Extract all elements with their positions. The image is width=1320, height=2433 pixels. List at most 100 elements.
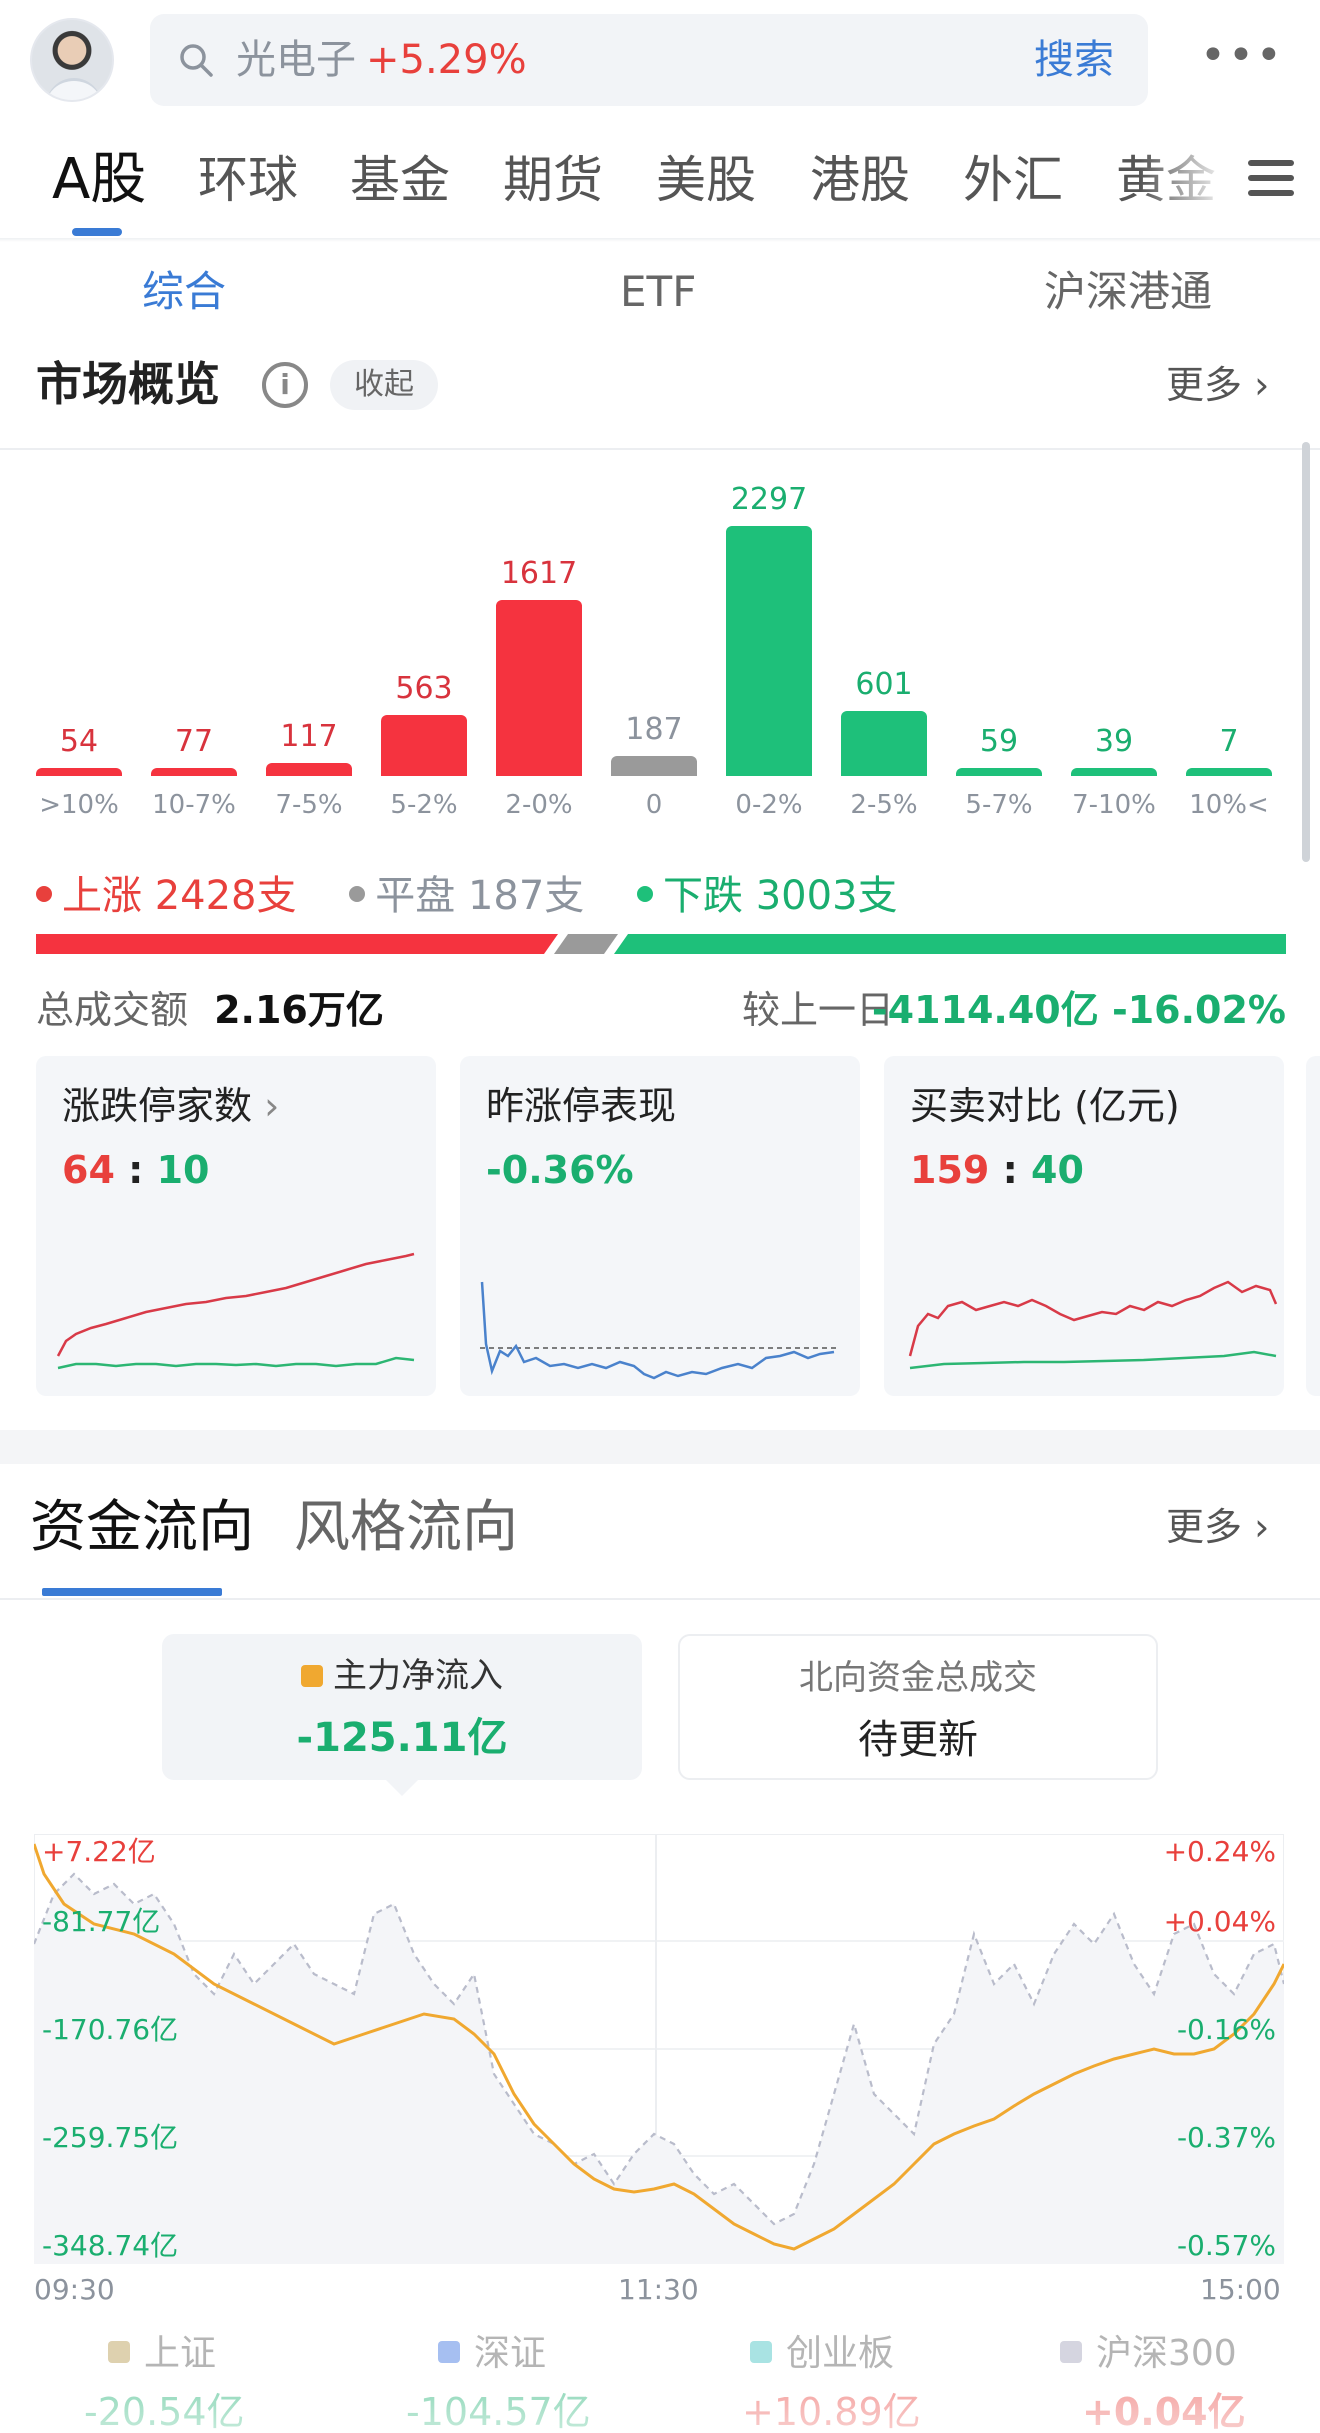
tab-futures[interactable]: 期货 <box>503 140 603 220</box>
scrollbar[interactable] <box>1302 442 1310 862</box>
ellipsis-icon[interactable]: ••• <box>1200 34 1282 86</box>
yesterday-limit-up-card[interactable]: 昨涨停表现 -0.36% <box>460 1056 860 1396</box>
x-label-mid: 11:30 <box>618 2273 699 2306</box>
limit-sparkline <box>56 1252 415 1370</box>
bar-3 <box>266 763 352 776</box>
y-right-label-4: -0.37% <box>1176 2121 1276 2154</box>
square-legend-icon <box>438 2341 460 2363</box>
northbound-value: 待更新 <box>858 1717 978 1763</box>
down-dot-icon <box>637 886 654 902</box>
tab-funds[interactable]: 基金 <box>350 140 450 220</box>
bar-5 <box>496 600 582 776</box>
flow-tabs: 资金流向 风格流向 更多 › <box>0 1488 1320 1598</box>
chevron-right-icon: › <box>1254 1505 1270 1549</box>
search-input[interactable]: 光电子 +5.29% <box>236 34 527 86</box>
square-legend-icon <box>750 2341 772 2363</box>
turnover-row: 总成交额 2.16万亿 较上一日 -4114.40亿 -16.02% <box>36 980 1286 1040</box>
bar-category-label: 7-5% <box>275 790 343 820</box>
flow-more-link[interactable]: 更多 › <box>1166 1500 1269 1554</box>
main-net-inflow-label: 主力净流入 <box>162 1654 642 1698</box>
menu-icon[interactable] <box>1248 160 1294 200</box>
tab-global[interactable]: 环球 <box>198 140 298 220</box>
square-legend-icon <box>301 1664 323 1687</box>
tab-us-stocks[interactable]: 美股 <box>656 140 756 220</box>
subtab-connect[interactable]: 沪深港通 <box>1044 262 1212 322</box>
northbound-label: 北向资金总成交 <box>799 1658 1037 1698</box>
tab-hk-stocks[interactable]: 港股 <box>810 140 910 220</box>
bar-category-label: 0-2% <box>735 790 803 820</box>
bar-4 <box>381 714 467 776</box>
turnover-value: 2.16万亿 <box>214 988 384 1032</box>
avatar[interactable] <box>30 18 114 102</box>
y-right-label-5: -0.57% <box>1176 2229 1276 2262</box>
card-value: -0.36% <box>486 1148 634 1192</box>
ratio-down-segment <box>614 934 1286 954</box>
tab-a-shares[interactable]: A股 <box>52 140 146 220</box>
flat-dot-icon <box>349 886 366 902</box>
legend-down: 下跌 3003支 <box>637 873 898 919</box>
tab-forex[interactable]: 外汇 <box>963 140 1063 220</box>
tab-capital-flow[interactable]: 资金流向 <box>30 1488 254 1568</box>
more-label: 更多 <box>1166 1505 1243 1549</box>
bar-category-label: 7-10% <box>1072 790 1156 820</box>
y-right-label-3: -0.16% <box>1176 2013 1276 2046</box>
y-left-label-3: -170.76亿 <box>42 2013 179 2046</box>
square-legend-icon <box>1060 2341 1082 2363</box>
index-shenzhen[interactable]: 深证 -104.57亿 <box>406 2330 591 2433</box>
top-bar: 光电子 +5.29% 搜索 ••• <box>0 0 1320 122</box>
x-label-end: 15:00 <box>1200 2273 1281 2306</box>
flow-chart-lines <box>34 1834 1284 2264</box>
up-down-ratio-bar <box>36 934 1286 954</box>
pointer-triangle <box>384 1778 420 1796</box>
y-right-label-2: +0.04% <box>1163 1905 1276 1938</box>
next-card-peek[interactable] <box>1306 1056 1320 1396</box>
legend-up: 上涨 2428支 <box>36 873 297 919</box>
bar-6 <box>611 755 697 776</box>
tab-style-flow[interactable]: 风格流向 <box>294 1488 518 1568</box>
bar-8 <box>841 710 927 776</box>
info-icon[interactable]: i <box>262 362 308 408</box>
card-value: 159 : 40 <box>910 1148 1084 1192</box>
index-shenzhen-value: -104.57亿 <box>406 2390 591 2433</box>
northbound-box[interactable]: 北向资金总成交 待更新 <box>678 1634 1158 1780</box>
index-chinext[interactable]: 创业板 +10.89亿 <box>742 2330 921 2433</box>
index-flow-row: 上证 -20.54亿 深证 -104.57亿 创业板 +10.89亿 沪深300… <box>0 2330 1320 2433</box>
index-shanghai[interactable]: 上证 -20.54亿 <box>84 2330 245 2433</box>
bar-value-label: 563 <box>395 670 453 706</box>
market-overview-title: 市场概览 <box>36 357 220 411</box>
collapse-button[interactable]: 收起 <box>330 360 438 410</box>
subtab-etf[interactable]: ETF <box>620 262 696 322</box>
bar-value-label: 59 <box>979 724 1019 759</box>
bar-11 <box>1186 768 1272 776</box>
card-title: 昨涨停表现 <box>486 1084 677 1128</box>
y-left-label-2: -81.77亿 <box>42 1905 161 1938</box>
bar-value-label: 601 <box>855 666 913 702</box>
tabs-fade <box>1140 150 1230 230</box>
bar-10 <box>1071 768 1157 776</box>
index-csi300[interactable]: 沪深300 +0.04亿 <box>1060 2330 1246 2433</box>
search-button[interactable]: 搜索 <box>1034 34 1114 86</box>
bar-value-label: 117 <box>280 719 338 755</box>
card-title: 涨跌停家数 › <box>62 1084 280 1128</box>
bar-value-label: 77 <box>174 723 214 759</box>
bar-7 <box>726 526 812 776</box>
active-flow-tab-indicator <box>42 1588 222 1596</box>
search-bar[interactable]: 光电子 +5.29% 搜索 <box>150 14 1148 106</box>
main-net-inflow-box[interactable]: 主力净流入 -125.11亿 <box>162 1634 642 1780</box>
bar-category-label: 0 <box>645 790 663 820</box>
square-legend-icon <box>108 2341 130 2363</box>
index-chinext-value: +10.89亿 <box>742 2390 921 2433</box>
flow-divider <box>0 1598 1320 1600</box>
market-more-link[interactable]: 更多 › <box>1166 358 1269 412</box>
bar-2 <box>151 767 237 776</box>
ratio-flat-segment <box>554 934 618 954</box>
bar-category-label: 2-5% <box>850 790 918 820</box>
buy-sell-ratio-card[interactable]: 买卖对比 (亿元) 159 : 40 <box>884 1056 1284 1396</box>
limit-up-down-card[interactable]: 涨跌停家数 › 64 : 10 <box>36 1056 436 1396</box>
section-gap <box>0 1430 1320 1464</box>
limit-performance-sparkline <box>480 1281 836 1380</box>
y-left-label-4: -259.75亿 <box>42 2121 179 2154</box>
sub-tabs: 综合 ETF 沪深港通 <box>0 262 1320 332</box>
market-tabs: A股 环球 基金 期货 美股 港股 外汇 黄金 <box>0 140 1320 240</box>
subtab-overview[interactable]: 综合 <box>142 262 226 322</box>
